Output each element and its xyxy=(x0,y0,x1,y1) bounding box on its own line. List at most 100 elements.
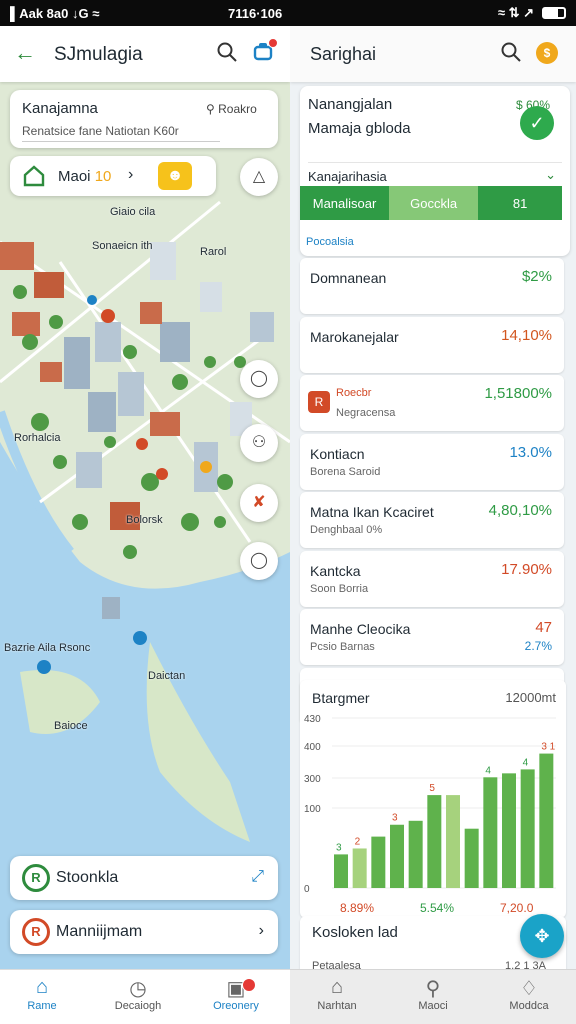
people-icon[interactable]: ⚇ xyxy=(240,424,278,462)
mode-badge: 10 xyxy=(94,168,112,185)
page-title: SJmulagia xyxy=(54,44,143,65)
y-tick-label: 100 xyxy=(304,804,321,815)
item-value: 17.90% xyxy=(501,560,552,578)
layers-icon[interactable]: △ xyxy=(240,158,278,196)
list-item[interactable]: Kontiacn Borena Saroid 13.0% xyxy=(300,433,564,490)
stoonkla-card[interactable]: R Stoonkla ⤢ xyxy=(10,856,278,900)
chart-bar xyxy=(502,773,516,888)
search-icon: ⚲ xyxy=(425,978,441,1000)
share-icon[interactable] xyxy=(252,38,278,64)
location-search[interactable]: ⚲ Roakro xyxy=(206,102,257,116)
segment-bar[interactable]: Manalisoar Gocckla 81 xyxy=(300,186,562,220)
card-label: Stoonkla xyxy=(56,869,119,886)
item-name: Kontiacn xyxy=(310,445,365,462)
chart-bar xyxy=(520,769,535,888)
tools-icon[interactable]: ✘ xyxy=(240,484,278,522)
nav-home[interactable]: ⌂ Narhtan xyxy=(302,976,372,1012)
bar-label: 4 xyxy=(523,757,529,768)
check-icon[interactable]: ✓ xyxy=(520,106,554,140)
chart-bar xyxy=(427,795,442,888)
search-icon[interactable] xyxy=(500,41,522,63)
tag-icon[interactable]: ◯ xyxy=(240,360,278,398)
chart-bar xyxy=(483,777,498,888)
back-arrow-icon[interactable]: ← xyxy=(14,40,36,66)
list-item[interactable]: Kantcka Soon Borria 17.90% xyxy=(300,550,564,607)
section-label: Pocoalsia xyxy=(306,236,354,248)
item-sub: Negracensa xyxy=(336,407,396,419)
stats-header: Sarighai $ xyxy=(290,26,576,82)
map-label: Giaio cila xyxy=(110,206,156,218)
category-icon: R xyxy=(308,391,330,413)
bar-label: 4 xyxy=(485,765,491,776)
bar-label: 3 xyxy=(392,813,398,824)
status-bar: ▌Aak 8a0 ↓G ≈ 7116·106 ≈ ⇅ ↗ xyxy=(0,0,576,26)
x-tick-label: 8.89% xyxy=(340,901,374,915)
action-fab[interactable]: ✥ xyxy=(520,914,564,958)
coin-icon[interactable]: ☻ xyxy=(158,162,192,190)
nav-history[interactable]: ◷ Decaiogh xyxy=(98,976,178,1012)
card-label: Manniijmam xyxy=(56,923,143,940)
summary-card: Nanangjalan Mamaja gbloda $ 60% ✓ Kanaja… xyxy=(300,86,570,256)
nav-search[interactable]: ⚲ Maoci xyxy=(398,976,468,1012)
section-toggle[interactable]: Kanajarihasia ⌄ xyxy=(308,162,562,184)
item-name: Kantcka xyxy=(310,562,361,579)
bell-icon: ♢ xyxy=(520,978,538,1000)
list-item[interactable]: Marokanejalar 14,10% xyxy=(300,316,564,373)
item-name: Domnanean xyxy=(310,270,387,286)
list-item[interactable]: R Roecbr Negracensa 1,51800% xyxy=(300,375,564,431)
mode-label: Maoi 10 xyxy=(58,168,112,185)
mode-selector[interactable]: Maoi 10 › ☻ xyxy=(10,156,216,196)
chart-bar xyxy=(390,824,404,888)
item-sub: Borena Saroid xyxy=(310,465,381,478)
search-icon[interactable] xyxy=(216,41,238,63)
status-time: 7116·106 xyxy=(228,6,283,21)
item-value2: 2.7% xyxy=(524,639,552,653)
status-left: ▌Aak 8a0 ↓G ≈ xyxy=(10,6,100,21)
item-value: $2% xyxy=(521,268,552,285)
bar-label: 3 1 xyxy=(541,742,555,753)
pin-icon[interactable]: ◯ xyxy=(240,542,278,580)
y-tick-label: 430 xyxy=(304,714,321,725)
clock-icon: ◷ xyxy=(129,978,147,1000)
map-label: Daictan xyxy=(148,670,186,682)
manniijmam-card[interactable]: R Manniijmam › xyxy=(10,910,278,954)
segment-2[interactable]: 81 xyxy=(478,186,562,220)
notification-dot xyxy=(268,38,278,48)
bar-chart: 430 400 300 100 0 3 2 3 5 4 4 3 1 8.89% 5.54% 7,20.0 xyxy=(304,714,556,915)
map-pane: ← SJmulagia Kanajamna Renatsice fane Nat… xyxy=(0,26,290,1024)
chevron-down-icon: ⌄ xyxy=(545,167,556,182)
item-name: Manhe Cleocika xyxy=(310,621,411,637)
bar-chart-card: Btargmer 12000mt 430 400 300 100 0 3 2 3 5 4 4 3 18… xyxy=(300,680,566,918)
item-value: 47 xyxy=(535,619,552,636)
nav-home[interactable]: ⌂ Rame xyxy=(2,976,82,1012)
x-tick-label: 5.54% xyxy=(420,901,454,915)
nav-discovery[interactable]: ▣ Oreonery xyxy=(196,976,276,1012)
list-item[interactable]: Domnanean $2% xyxy=(300,258,564,314)
list-item[interactable]: Manhe Cleocika Pcsio Barnas 47 2.7% xyxy=(300,609,564,665)
chevron-right-icon[interactable]: › xyxy=(259,922,264,940)
location-card[interactable]: Kanajamna Renatsice fane Natiotan K60r ⚲… xyxy=(10,90,278,148)
segment-0[interactable]: Manalisoar xyxy=(300,186,390,220)
nav-alerts[interactable]: ♢ Moddca xyxy=(494,976,564,1012)
chart-bar xyxy=(352,848,367,888)
card-badge: R xyxy=(22,864,50,892)
chart-bar xyxy=(464,828,479,888)
map-header: ← SJmulagia xyxy=(0,26,290,82)
location-name: Kanajamna xyxy=(22,100,98,117)
item-sub: Denghbaal 0% xyxy=(310,524,383,536)
stats-pane: Sarighai $ Nanangjalan Mamaja gbloda $ 6… xyxy=(290,26,576,1024)
segment-1[interactable]: Gocckla xyxy=(389,186,479,220)
status-icons: ≈ ⇅ ↗ xyxy=(498,5,566,21)
item-sub: Pcsio Barnas xyxy=(310,641,375,653)
bottom-nav: ⌂ Rame ◷ Decaiogh ▣ Oreonery xyxy=(0,969,290,1024)
expand-icon[interactable]: ⤢ xyxy=(251,868,264,886)
summary-line1: Nanangjalan xyxy=(308,96,393,113)
bar-label: 5 xyxy=(429,783,435,794)
coin-icon[interactable]: $ xyxy=(536,42,558,64)
map-label: Baioce xyxy=(54,720,88,732)
summary-line2: Mamaja gbloda xyxy=(308,120,411,137)
list-item[interactable]: Matna Ikan Kcaciret Denghbaal 0% 4,80,10% xyxy=(300,492,564,548)
item-value: 4,80,10% xyxy=(488,502,552,519)
map-label: Rarol xyxy=(200,246,227,258)
bottom-nav: ⌂ Narhtan ⚲ Maoci ♢ Moddca xyxy=(290,969,576,1024)
